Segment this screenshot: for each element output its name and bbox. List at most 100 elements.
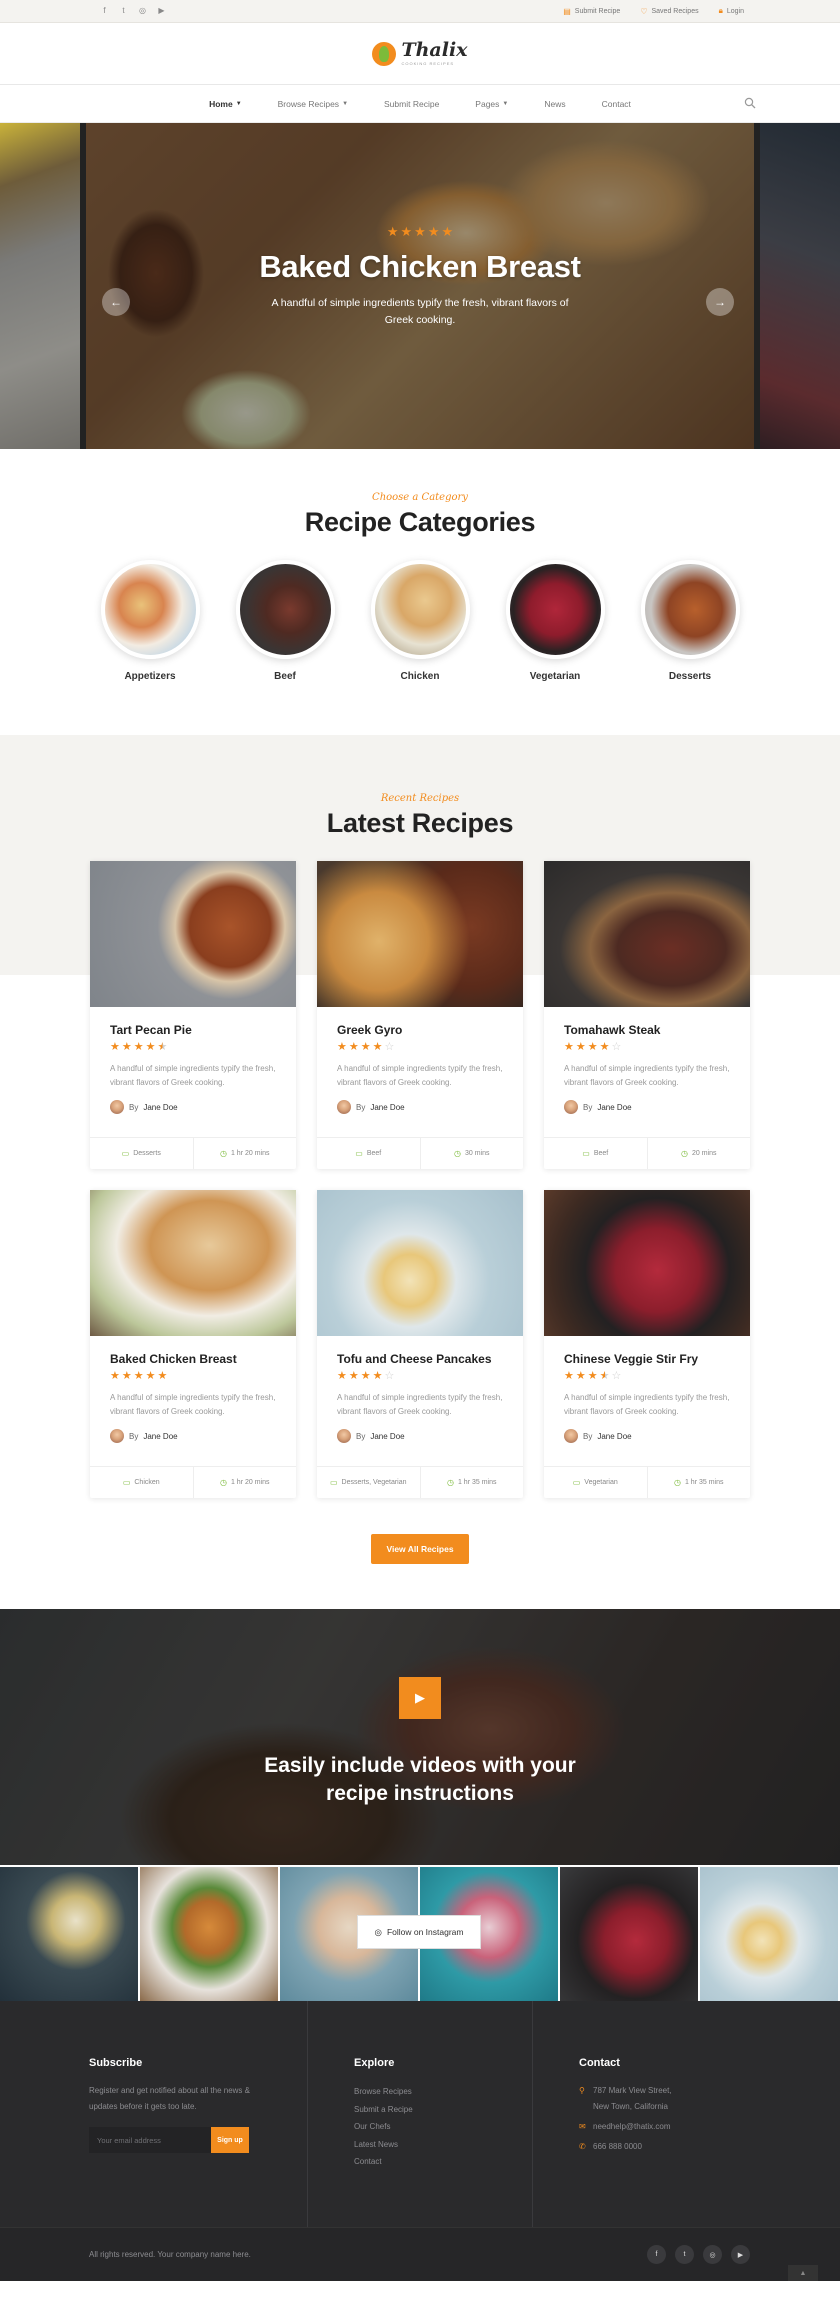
facebook-icon[interactable]: f [100, 7, 109, 16]
facebook-icon[interactable]: f [647, 2245, 666, 2264]
folder-icon: ▭ [121, 1149, 130, 1158]
envelope-icon: ✉ [579, 2122, 586, 2131]
recipe-image[interactable] [90, 1190, 296, 1336]
recipe-category[interactable]: ▭ Beef [544, 1138, 647, 1169]
nav-pages[interactable]: Pages ▼ [457, 99, 526, 109]
nav-submit-recipe[interactable]: Submit Recipe [366, 99, 457, 109]
instagram-photo[interactable] [0, 1865, 140, 2001]
recipe-card[interactable]: Tomahawk Steak ★ ★ ★ ★ ☆ A handful of simple… [544, 861, 750, 1169]
back-to-top-icon[interactable]: ▲ [788, 2265, 818, 2281]
category-beef[interactable]: Beef [235, 560, 335, 682]
contact-phone[interactable]: ✆ 666 888 0000 [579, 2139, 672, 2155]
recipe-category[interactable]: ▭ Desserts [90, 1138, 193, 1169]
star-icon: ★ [400, 224, 413, 239]
recipe-rating: ★ ★ ★ ★ ★ [110, 1042, 167, 1053]
recipe-author[interactable]: By Jane Doe [337, 1429, 503, 1443]
recipe-title[interactable]: Greek Gyro [337, 1023, 503, 1037]
recipe-category[interactable]: ▭ Desserts, Vegetarian [317, 1467, 420, 1498]
instagram-photo[interactable] [700, 1865, 840, 2001]
recipe-card[interactable]: Chinese Veggie Stir Fry ★ ★ ★ ★ ☆ A handful … [544, 1190, 750, 1498]
play-icon[interactable]: ▶ [399, 1677, 441, 1719]
category-chicken[interactable]: Chicken [370, 560, 470, 682]
avatar [110, 1429, 124, 1443]
recipe-author[interactable]: By Jane Doe [337, 1100, 503, 1114]
star-icon: ★ [386, 224, 399, 239]
contact-email[interactable]: ✉ needhelp@thatix.com [579, 2119, 672, 2135]
star-icon: ★ [337, 1370, 347, 1382]
footer-link-browse-recipes[interactable]: Browse Recipes [354, 2083, 579, 2101]
recipe-title[interactable]: Chinese Veggie Stir Fry [564, 1352, 730, 1366]
star-icon: ★ [157, 1370, 168, 1382]
recipe-author[interactable]: By Jane Doe [110, 1100, 276, 1114]
recipe-image[interactable] [317, 1190, 523, 1336]
follow-on-instagram-button[interactable]: ◎ Follow on Instagram [357, 1915, 481, 1949]
star-icon: ★ [372, 1041, 383, 1053]
category-image [505, 560, 605, 659]
recipe-category[interactable]: ▭ Beef [317, 1138, 420, 1169]
subscribe-title: Subscribe [89, 2057, 143, 2069]
footer-link-our-chefs[interactable]: Our Chefs [354, 2118, 579, 2136]
sign-up-button[interactable]: Sign up [211, 2127, 249, 2153]
login-link[interactable]: 🔒︎ Login [719, 6, 744, 16]
recipe-author[interactable]: By Jane Doe [564, 1429, 730, 1443]
category-desserts[interactable]: Desserts [640, 560, 740, 682]
nav-home[interactable]: Home ▼ [191, 99, 260, 109]
youtube-icon[interactable]: ▶ [157, 7, 166, 16]
instagram-photo[interactable] [560, 1865, 700, 2001]
recipe-card[interactable]: Tofu and Cheese Pancakes ★ ★ ★ ★ ☆ A handful… [317, 1190, 523, 1498]
recipe-description: A handful of simple ingredients typify t… [337, 1064, 503, 1087]
hero-prev-slide-image [0, 123, 80, 449]
recipe-image[interactable] [544, 861, 750, 1007]
twitter-icon[interactable]: t [675, 2245, 694, 2264]
star-icon: ★ [121, 1041, 132, 1053]
footer-link-latest-news[interactable]: Latest News [354, 2136, 579, 2154]
slider-next-arrow-icon[interactable]: → [706, 288, 734, 316]
recipe-author[interactable]: By Jane Doe [110, 1429, 276, 1443]
recipe-rating: ★ ★ ★ ★ ☆ [564, 1371, 621, 1382]
footer: Subscribe Register and get notified abou… [0, 2001, 840, 2227]
footer-divider [532, 2001, 533, 2227]
avatar [110, 1100, 124, 1114]
recipe-card[interactable]: Baked Chicken Breast ★ ★ ★ ★ ★ A handful of … [90, 1190, 296, 1498]
footer-link-contact[interactable]: Contact [354, 2153, 579, 2171]
nav-browse-recipes[interactable]: Browse Recipes ▼ [260, 99, 366, 109]
star-icon: ★ [348, 1370, 359, 1382]
view-all-recipes-button[interactable]: View All Recipes [371, 1534, 469, 1564]
footer-link-submit-recipe[interactable]: Submit a Recipe [354, 2101, 579, 2119]
recipe-author[interactable]: By Jane Doe [564, 1100, 730, 1114]
instagram-icon[interactable]: ◎ [138, 7, 147, 16]
category-appetizers[interactable]: Appetizers [100, 560, 200, 682]
slider-prev-arrow-icon[interactable]: ← [102, 288, 130, 316]
recipe-category[interactable]: ▭ Vegetarian [544, 1467, 647, 1498]
saved-recipes-link[interactable]: ♡ Saved Recipes [640, 6, 698, 16]
recipe-title[interactable]: Tomahawk Steak [564, 1023, 730, 1037]
hero-title[interactable]: Baked Chicken Breast [86, 249, 754, 285]
hero-next-slide-image [760, 123, 840, 449]
star-icon: ★ [575, 1370, 586, 1382]
recipe-title[interactable]: Baked Chicken Breast [110, 1352, 276, 1366]
instagram-photo[interactable] [140, 1865, 280, 2001]
youtube-icon[interactable]: ▶ [731, 2245, 750, 2264]
search-icon[interactable] [744, 97, 756, 109]
recipe-category[interactable]: ▭ Chicken [90, 1467, 193, 1498]
submit-recipe-link[interactable]: ▤ Submit Recipe [563, 6, 620, 16]
recipe-image[interactable] [317, 861, 523, 1007]
phone-icon: ✆ [579, 2142, 586, 2151]
nav-contact[interactable]: Contact [584, 99, 649, 109]
recipe-card[interactable]: Greek Gyro ★ ★ ★ ★ ☆ A handful of simple ing… [317, 861, 523, 1169]
recipe-image[interactable] [544, 1190, 750, 1336]
nav-news[interactable]: News [526, 99, 583, 109]
category-vegetarian[interactable]: Vegetarian [505, 560, 605, 682]
recipe-image[interactable] [90, 861, 296, 1007]
twitter-icon[interactable]: t [119, 7, 128, 16]
footer-explore: Explore Browse Recipes Submit a Recipe O… [354, 2057, 579, 2171]
email-field[interactable]: Your email address [89, 2127, 211, 2153]
star-icon: ★ [110, 1041, 120, 1053]
star-icon: ★ [414, 224, 426, 239]
logo[interactable]: Thalix COOKING RECIPES [372, 41, 468, 66]
recipe-title[interactable]: Tofu and Cheese Pancakes [337, 1352, 503, 1366]
instagram-icon[interactable]: ◎ [703, 2245, 722, 2264]
recipe-card[interactable]: Tart Pecan Pie ★ ★ ★ ★ ★ A handful of simple… [90, 861, 296, 1169]
recipe-title[interactable]: Tart Pecan Pie [110, 1023, 276, 1037]
contact-address: ⚲ 787 Mark View Street, New Town, Californ… [579, 2083, 672, 2115]
